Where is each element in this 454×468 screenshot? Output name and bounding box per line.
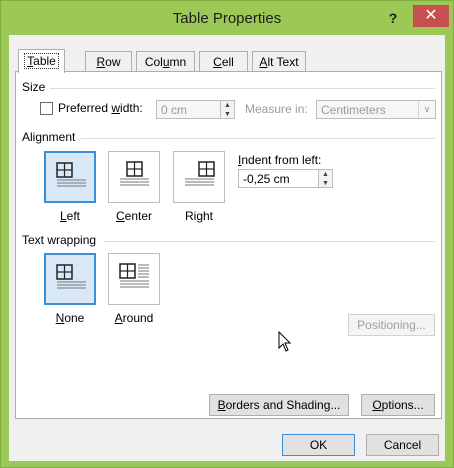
align-right-option[interactable] [173, 151, 225, 203]
measure-in-select[interactable]: Centimeters ∨ [316, 100, 436, 119]
preferred-width-label: Preferred width: [58, 101, 143, 115]
spin-up-icon[interactable]: ▲ [319, 170, 332, 179]
wrap-around-option[interactable] [108, 253, 160, 305]
options-key: O [372, 398, 382, 412]
indent-label: Indent from left: [238, 153, 321, 167]
tab-alt-text-label: lt Text [267, 55, 299, 69]
align-center-option[interactable] [108, 151, 160, 203]
help-button[interactable]: ? [382, 8, 404, 28]
mouse-cursor-icon [278, 331, 292, 352]
cancel-button[interactable]: Cancel [366, 434, 439, 456]
tab-column-label: mn [169, 55, 187, 69]
align-center-text: enter [124, 209, 153, 223]
wrap-none-label: None [44, 311, 96, 325]
tab-table[interactable]: Table [18, 49, 65, 73]
tab-column-label-pre: Col [144, 55, 163, 69]
tab-cell-key: C [213, 55, 222, 69]
preferred-width-key: w [111, 101, 121, 115]
tab-row-key: R [96, 55, 106, 69]
ok-button[interactable]: OK [282, 434, 355, 456]
tab-row[interactable]: Row [85, 51, 132, 72]
dialog-window: Table Properties ? ✕ Table Row Column Ce… [0, 0, 454, 468]
wrapping-heading: Text wrapping [22, 233, 97, 247]
align-right-icon [185, 161, 215, 186]
align-right-text-pre: Ri [184, 209, 197, 223]
borders-key: B [217, 398, 226, 412]
close-button[interactable]: ✕ [413, 5, 449, 27]
indent-value: -0,25 cm [243, 172, 290, 186]
indent-input[interactable]: -0,25 cm ▲ ▼ [238, 169, 333, 188]
tab-cell-label: ell [221, 55, 234, 69]
alignment-divider [81, 138, 435, 139]
tab-cell[interactable]: Cell [199, 51, 248, 72]
size-heading: Size [22, 80, 46, 94]
options-button[interactable]: Options... [361, 394, 435, 416]
align-center-icon [120, 161, 149, 186]
preferred-width-value: 0 cm [161, 103, 188, 117]
tab-column[interactable]: Column [136, 51, 195, 72]
wrap-none-key: N [55, 311, 65, 325]
tab-alt-text[interactable]: Alt Text [252, 51, 306, 72]
align-right-text: ht [203, 209, 214, 223]
wrap-none-icon [56, 264, 86, 289]
wrap-none-text: one [64, 311, 85, 325]
spin-down-icon[interactable]: ▼ [221, 110, 234, 119]
tab-row-label: ow [105, 55, 121, 69]
align-right-key: g [196, 209, 203, 223]
align-left-key: L [59, 209, 67, 223]
indent-spinner[interactable]: ▲ ▼ [318, 170, 332, 187]
wrapping-divider [104, 241, 435, 242]
chevron-down-icon[interactable]: ∨ [418, 101, 435, 118]
wrap-none-option[interactable] [44, 253, 96, 305]
preferred-width-label-pre: Preferred [58, 101, 112, 115]
preferred-width-spinner[interactable]: ▲ ▼ [220, 101, 234, 118]
align-right-label: Right [173, 209, 225, 223]
align-left-icon [56, 162, 86, 187]
positioning-button[interactable]: Positioning... [348, 314, 435, 336]
align-center-key: C [115, 209, 125, 223]
measure-in-value: Centimeters [321, 103, 386, 117]
align-left-label: Left [44, 209, 96, 223]
borders-and-shading-button[interactable]: Borders and Shading... [209, 394, 349, 416]
spin-down-icon[interactable]: ▼ [319, 179, 332, 188]
preferred-width-label-rest: idth: [120, 101, 143, 115]
align-left-text: eft [66, 209, 81, 223]
options-label: ptions... [381, 398, 424, 412]
wrap-around-label: Around [108, 311, 160, 325]
align-center-label: Center [108, 209, 160, 223]
tab-table-label: able [33, 54, 56, 68]
align-left-option[interactable] [44, 151, 96, 203]
spin-up-icon[interactable]: ▲ [221, 101, 234, 110]
indent-label-text: ndent from left: [241, 153, 322, 167]
alignment-heading: Alignment [22, 130, 76, 144]
measure-in-label: Measure in: [245, 102, 308, 116]
tab-panel-table: Size Preferred width: 0 cm ▲ ▼ Measure in… [15, 71, 442, 419]
wrap-around-text: round [122, 311, 154, 325]
tab-column-key: u [162, 55, 170, 69]
size-divider [50, 88, 435, 89]
wrap-around-icon [119, 263, 149, 288]
preferred-width-input[interactable]: 0 cm ▲ ▼ [156, 100, 235, 119]
borders-label: orders and Shading... [225, 398, 341, 412]
preferred-width-checkbox[interactable] [40, 102, 53, 115]
wrap-around-key: A [114, 311, 123, 325]
title-bar[interactable]: Table Properties ? ✕ [1, 1, 453, 35]
dialog-body: Table Row Column Cell Alt Text Size Pref… [9, 35, 445, 461]
